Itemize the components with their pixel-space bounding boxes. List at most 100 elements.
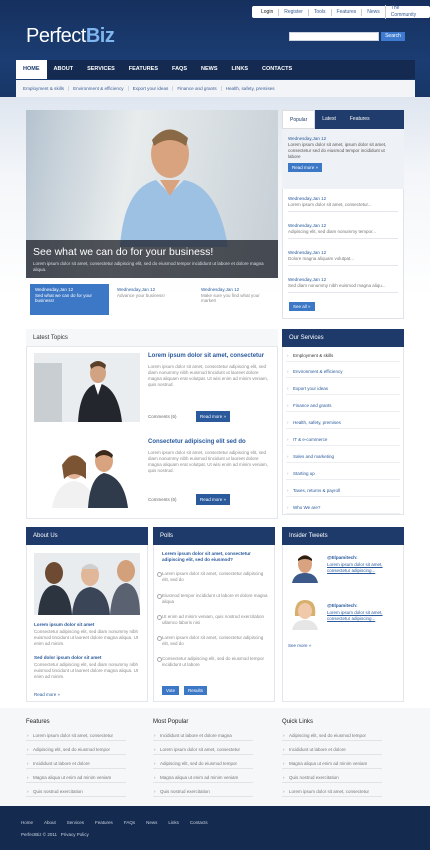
service-link[interactable]: Environment & efficiency <box>286 366 400 378</box>
service-link[interactable]: Employment & skills <box>286 350 400 362</box>
service-link[interactable]: Who We are? <box>286 502 400 514</box>
footer-link[interactable]: Lorem ipsum dolor sit amet, consectetur <box>282 787 382 797</box>
tweet-user[interactable]: @Elpamitech: <box>327 555 358 560</box>
service-link[interactable]: Starting up <box>286 468 400 480</box>
service-link[interactable]: Taxes, returns & payroll <box>286 485 400 497</box>
popular-item[interactable]: Wednesday,Jan 12 Adipiscing elit, sed dia… <box>288 223 398 239</box>
tweet-avatar <box>288 551 322 583</box>
popular-item[interactable]: Wednesday,Jan 12 Dolore magna aliquam vol… <box>288 250 398 266</box>
topic-comments[interactable]: Comments (6) <box>148 497 177 502</box>
nav-services[interactable]: SERVICES <box>80 60 122 79</box>
footer-link[interactable]: Adipiscing elit, sed do eiusmod tempor <box>26 745 126 755</box>
service-link[interactable]: Sales and marketing <box>286 451 400 463</box>
footer-link[interactable]: Adipiscing elit, sed do eiusmod tempor <box>153 759 253 769</box>
nav-links[interactable]: LINKS <box>225 60 256 79</box>
tab-popular[interactable]: Popular <box>282 110 316 129</box>
logo[interactable]: PerfectBiz <box>26 25 115 48</box>
poll-option[interactable]: Ut enim ad minim veniam, quis nostrud ex… <box>157 614 270 626</box>
nav-features[interactable]: FEATURES <box>122 60 165 79</box>
service-link[interactable]: Export your ideas <box>286 383 400 395</box>
about-read-more[interactable]: Read more » <box>34 692 60 697</box>
privacy-link[interactable]: Privacy Policy <box>61 832 89 837</box>
service-link[interactable]: IT & e-commerce <box>286 434 400 446</box>
about-subheading[interactable]: Sed dolor ipsum dolor sit amet <box>34 655 101 660</box>
sub-nav: Employment & skills Environment & effici… <box>16 80 415 97</box>
subnav-item[interactable]: Export your ideas <box>127 86 173 91</box>
footer-link[interactable]: Incididunt ut labore et dolore magna <box>153 731 253 741</box>
footer-heading: Features <box>26 719 50 725</box>
footer-link[interactable]: Lorem ipsum dolor sit amet, consectetur <box>26 731 126 741</box>
tab-latest[interactable]: Latest <box>315 110 343 129</box>
hero-news-item[interactable]: Wednesday,Jan 12 Make sure you find what … <box>196 284 275 315</box>
about-subheading[interactable]: Lorem ipsum dolor sit amet <box>34 622 94 627</box>
footer-link[interactable]: Incididunt ut labore et dolore <box>282 745 382 755</box>
popular-read-more[interactable]: Read more » <box>288 163 323 172</box>
nav-about[interactable]: ABOUT <box>47 60 81 79</box>
bottom-link[interactable]: Services <box>67 820 84 825</box>
subnav-item[interactable]: Finance and grants <box>172 86 220 91</box>
footer-link[interactable]: Quis nostrud exercitation <box>153 787 253 797</box>
topic-text: Lorem ipsum dolor sit amet, consectetur … <box>148 450 269 473</box>
tweet-text[interactable]: Lorem ipsum dolor sit amet, consectetur … <box>327 610 399 622</box>
subnav-item[interactable]: Employment & skills <box>19 86 68 91</box>
nav-contacts[interactable]: CONTACTS <box>255 60 299 79</box>
bottom-link[interactable]: About <box>44 820 56 825</box>
topic-title[interactable]: Lorem ipsum dolor sit amet, consectetur <box>148 353 264 359</box>
footer-link[interactable]: Magna aliqua ut enim ad minim veniam <box>282 759 382 769</box>
bottom-link[interactable]: News <box>146 820 157 825</box>
bottom-link[interactable]: Home <box>21 820 33 825</box>
news-link[interactable]: News <box>361 8 385 16</box>
popular-item[interactable]: Wednesday,Jan 12 Sed diam nonummy nibh eu… <box>288 277 398 293</box>
bottom-link[interactable]: Links <box>168 820 179 825</box>
tab-features[interactable]: Features <box>342 110 404 129</box>
community-link[interactable]: The Community <box>384 5 426 19</box>
footer-link[interactable]: Magna aliqua ut enim ad minim veniam <box>26 773 126 783</box>
see-all-button[interactable]: See all » <box>289 302 315 311</box>
hero-news-item[interactable]: Wednesday,Jan 12 Sed what we can do for y… <box>30 284 109 315</box>
footer-link[interactable]: Incididunt ut labore et dolore <box>26 759 126 769</box>
poll-question: Lorem ipsum dolor sit amet, consectetur … <box>162 551 251 562</box>
tools-link[interactable]: Tools <box>307 8 331 16</box>
footer-link[interactable]: Quis nostrud exercitation <box>26 787 126 797</box>
topic-comments[interactable]: Comments (6) <box>148 414 177 419</box>
poll-option[interactable]: Lorem ipsum dolor sit amet, consectetur … <box>157 635 270 647</box>
footer-link[interactable]: Lorem ipsum dolor sit amet, consectetur <box>153 745 253 755</box>
poll-option[interactable]: Eiusmod tempor incididunt ut labore et d… <box>157 593 270 605</box>
footer-link[interactable]: Quis nostrud exercitation <box>282 773 382 783</box>
popular-item[interactable]: Wednesday,Jan 12 Lorem ipsum dolor sit am… <box>288 196 398 212</box>
search-button[interactable]: Search <box>381 32 405 41</box>
topic-read-more[interactable]: Read more » <box>196 494 230 505</box>
service-link[interactable]: Health, safety, premises <box>286 417 400 429</box>
vote-button[interactable]: Vote <box>162 686 180 695</box>
register-link[interactable]: Register <box>278 8 308 16</box>
topic-image-businessman <box>34 353 140 422</box>
nav-home[interactable]: HOME <box>16 60 47 79</box>
poll-option[interactable]: Consectetur adipiscing elit, sed do eius… <box>157 656 270 668</box>
bottom-link[interactable]: Features <box>95 820 113 825</box>
bottom-link[interactable]: Contacts <box>190 820 208 825</box>
topic-read-more[interactable]: Read more » <box>196 411 230 422</box>
tweet-text[interactable]: Lorem ipsum dolor sit amet, consectetur … <box>327 562 399 574</box>
tweet-user[interactable]: @Elpamitech: <box>327 603 358 608</box>
nav-news[interactable]: NEWS <box>194 60 225 79</box>
copyright-text: PerfectBiz © 2011 <box>21 832 57 837</box>
nav-faqs[interactable]: FAQS <box>165 60 194 79</box>
about-text: Consectetur adipiscing elit, sed diam no… <box>34 629 139 646</box>
features-link[interactable]: Features <box>330 8 362 16</box>
poll-option[interactable]: Lorem ipsum dolor sit amet, consectetur … <box>157 571 270 583</box>
bottom-link[interactable]: FAQs <box>124 820 135 825</box>
topic-title[interactable]: Consectetur adipiscing elit sed do <box>148 439 246 445</box>
footer-link[interactable]: Magna aliqua ut enim ad minim veniam <box>153 773 253 783</box>
results-button[interactable]: Results <box>184 686 208 695</box>
about-team-image <box>34 553 140 615</box>
service-link[interactable]: Finance and grants <box>286 400 400 412</box>
login-link[interactable]: Login <box>256 9 278 16</box>
copyright: PerfectBiz © 2011 Privacy Policy <box>21 832 89 837</box>
subnav-item[interactable]: Environment & efficiency <box>68 86 127 91</box>
subnav-item[interactable]: Health, safety, premises <box>220 86 279 91</box>
see-more-link[interactable]: See more » <box>288 643 311 648</box>
footer-link[interactable]: Adipiscing elit, sed do eiusmod tempor <box>282 731 382 741</box>
search-input[interactable] <box>289 32 379 41</box>
polls-heading: Polls <box>153 527 275 545</box>
hero-news-item[interactable]: Wednesday,Jan 12 Advance your business! <box>112 284 191 315</box>
